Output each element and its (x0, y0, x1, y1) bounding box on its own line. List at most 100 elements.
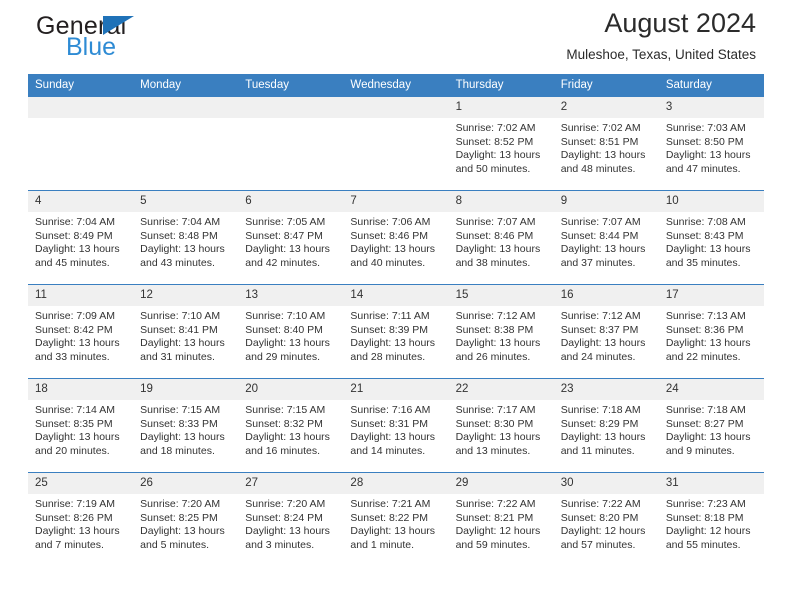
calendar-day-cell[interactable]: 6 Sunrise: 7:05 AM Sunset: 8:47 PM Daylight… (238, 190, 344, 285)
day-details: Sunrise: 7:22 AM Sunset: 8:21 PM Daylight:… (449, 494, 554, 566)
day-number: 25 (28, 473, 134, 494)
daylight-text: Daylight: 13 hours (560, 337, 646, 350)
day-details (238, 118, 343, 190)
day-details: Sunrise: 7:06 AM Sunset: 8:46 PM Daylight:… (343, 212, 448, 284)
page-header: General Blue August 2024 Muleshoe, Texas… (28, 0, 764, 74)
day-details: Sunrise: 7:21 AM Sunset: 8:22 PM Daylight:… (343, 494, 448, 566)
calendar-day-cell[interactable]: 31 Sunrise: 7:23 AM Sunset: 8:18 PM Dayligh… (658, 472, 764, 566)
daylight-text-cont: and 5 minutes. (140, 538, 210, 551)
daylight-text-cont: and 14 minutes. (350, 444, 426, 457)
day-number: 2 (553, 97, 659, 118)
calendar-day-cell[interactable]: 30 Sunrise: 7:22 AM Sunset: 8:20 PM Dayligh… (553, 472, 659, 566)
calendar-day-cell[interactable]: 25 Sunrise: 7:19 AM Sunset: 8:26 PM Dayligh… (28, 472, 134, 566)
calendar-day-cell[interactable]: 24 Sunrise: 7:18 AM Sunset: 8:27 PM Dayligh… (658, 378, 764, 473)
day-number (133, 97, 239, 118)
calendar-day-cell[interactable]: 28 Sunrise: 7:21 AM Sunset: 8:22 PM Dayligh… (343, 472, 449, 566)
calendar-day-cell[interactable]: 4 Sunrise: 7:04 AM Sunset: 8:49 PM Daylight… (28, 190, 134, 285)
day-number: 4 (28, 191, 134, 212)
sunset-text: Sunset: 8:24 PM (245, 511, 323, 524)
calendar-day-cell[interactable]: 14 Sunrise: 7:11 AM Sunset: 8:39 PM Dayligh… (343, 284, 449, 379)
day-details: Sunrise: 7:04 AM Sunset: 8:48 PM Daylight:… (133, 212, 238, 284)
weekday-header-wednesday: Wednesday (343, 74, 449, 97)
sunset-text: Sunset: 8:41 PM (140, 323, 218, 336)
calendar-day-cell[interactable]: 15 Sunrise: 7:12 AM Sunset: 8:38 PM Dayligh… (448, 284, 554, 379)
day-details: Sunrise: 7:12 AM Sunset: 8:37 PM Daylight:… (554, 306, 659, 378)
calendar-day-cell[interactable]: 1 Sunrise: 7:02 AM Sunset: 8:52 PM Daylight… (448, 97, 554, 191)
day-number: 31 (658, 473, 764, 494)
calendar-day-cell[interactable]: 2 Sunrise: 7:02 AM Sunset: 8:51 PM Daylight… (553, 97, 659, 191)
sunrise-text: Sunrise: 7:19 AM (35, 498, 115, 510)
sunset-text: Sunset: 8:46 PM (455, 229, 534, 242)
daylight-text: Daylight: 13 hours (140, 243, 225, 256)
weekday-header-thursday: Thursday (448, 74, 554, 97)
calendar-cell-empty (238, 97, 344, 191)
sunrise-text: Sunrise: 7:10 AM (245, 310, 326, 322)
day-number: 21 (343, 379, 449, 400)
calendar-day-cell[interactable]: 27 Sunrise: 7:20 AM Sunset: 8:24 PM Dayligh… (238, 472, 344, 566)
general-blue-logo[interactable]: General Blue (36, 12, 256, 68)
day-number: 12 (133, 285, 239, 306)
sunrise-text: Sunrise: 7:06 AM (350, 216, 431, 228)
day-number (238, 97, 344, 118)
daylight-text-cont: and 57 minutes. (560, 538, 636, 551)
sunset-text: Sunset: 8:40 PM (245, 323, 323, 336)
daylight-text-cont: and 11 minutes. (560, 444, 635, 457)
calendar-day-cell[interactable]: 17 Sunrise: 7:13 AM Sunset: 8:36 PM Dayligh… (658, 284, 764, 379)
day-number: 15 (448, 285, 554, 306)
daylight-text: Daylight: 13 hours (350, 243, 436, 256)
daylight-text-cont: and 20 minutes. (35, 444, 110, 457)
daylight-text: Daylight: 13 hours (140, 525, 225, 538)
calendar-day-cell[interactable]: 21 Sunrise: 7:16 AM Sunset: 8:31 PM Dayligh… (343, 378, 449, 473)
calendar-day-cell[interactable]: 18 Sunrise: 7:14 AM Sunset: 8:35 PM Dayligh… (28, 378, 134, 473)
daylight-text-cont: and 42 minutes. (245, 256, 320, 269)
daylight-text: Daylight: 13 hours (455, 431, 541, 444)
day-number: 7 (343, 191, 449, 212)
calendar-day-cell[interactable]: 10 Sunrise: 7:08 AM Sunset: 8:43 PM Dayligh… (658, 190, 764, 285)
sunset-text: Sunset: 8:37 PM (560, 323, 639, 336)
calendar-day-cell[interactable]: 16 Sunrise: 7:12 AM Sunset: 8:37 PM Dayligh… (553, 284, 659, 379)
daylight-text-cont: and 3 minutes. (245, 538, 315, 551)
calendar-day-cell[interactable]: 26 Sunrise: 7:20 AM Sunset: 8:25 PM Dayligh… (133, 472, 239, 566)
daylight-text: Daylight: 13 hours (665, 243, 751, 256)
day-number: 17 (658, 285, 764, 306)
calendar-day-cell[interactable]: 23 Sunrise: 7:18 AM Sunset: 8:29 PM Dayligh… (553, 378, 659, 473)
day-details: Sunrise: 7:08 AM Sunset: 8:43 PM Daylight:… (659, 212, 764, 284)
sunset-text: Sunset: 8:48 PM (140, 229, 218, 242)
sunrise-text: Sunrise: 7:17 AM (455, 404, 536, 416)
day-number: 16 (553, 285, 659, 306)
calendar-day-cell[interactable]: 3 Sunrise: 7:03 AM Sunset: 8:50 PM Daylight… (658, 97, 764, 191)
day-details: Sunrise: 7:15 AM Sunset: 8:32 PM Daylight:… (238, 400, 343, 472)
daylight-text-cont: and 59 minutes. (455, 538, 531, 551)
calendar-day-cell[interactable]: 20 Sunrise: 7:15 AM Sunset: 8:32 PM Dayligh… (238, 378, 344, 473)
calendar-day-cell[interactable]: 8 Sunrise: 7:07 AM Sunset: 8:46 PM Daylight… (448, 190, 554, 285)
sunset-text: Sunset: 8:38 PM (455, 323, 534, 336)
calendar-day-cell[interactable]: 12 Sunrise: 7:10 AM Sunset: 8:41 PM Dayligh… (133, 284, 239, 379)
sunrise-text: Sunrise: 7:14 AM (35, 404, 115, 416)
day-details: Sunrise: 7:04 AM Sunset: 8:49 PM Daylight:… (28, 212, 133, 284)
calendar-day-cell[interactable]: 7 Sunrise: 7:06 AM Sunset: 8:46 PM Daylight… (343, 190, 449, 285)
calendar-day-cell[interactable]: 9 Sunrise: 7:07 AM Sunset: 8:44 PM Daylight… (553, 190, 659, 285)
sunset-text: Sunset: 8:22 PM (350, 511, 429, 524)
page-title: August 2024 (604, 8, 756, 38)
day-details: Sunrise: 7:18 AM Sunset: 8:27 PM Daylight:… (659, 400, 764, 472)
calendar-day-cell[interactable]: 29 Sunrise: 7:22 AM Sunset: 8:21 PM Dayligh… (448, 472, 554, 566)
calendar-day-cell[interactable]: 13 Sunrise: 7:10 AM Sunset: 8:40 PM Dayligh… (238, 284, 344, 379)
sunrise-text: Sunrise: 7:22 AM (455, 498, 536, 510)
day-number: 3 (658, 97, 764, 118)
day-number: 9 (553, 191, 659, 212)
sunrise-text: Sunrise: 7:15 AM (140, 404, 221, 416)
weekday-header-tuesday: Tuesday (238, 74, 344, 97)
day-number: 20 (238, 379, 344, 400)
day-number: 29 (448, 473, 554, 494)
calendar-day-cell[interactable]: 22 Sunrise: 7:17 AM Sunset: 8:30 PM Dayligh… (448, 378, 554, 473)
day-details: Sunrise: 7:17 AM Sunset: 8:30 PM Daylight:… (449, 400, 554, 472)
calendar-day-cell[interactable]: 11 Sunrise: 7:09 AM Sunset: 8:42 PM Dayligh… (28, 284, 134, 379)
day-number: 19 (133, 379, 239, 400)
calendar-day-cell[interactable]: 5 Sunrise: 7:04 AM Sunset: 8:48 PM Daylight… (133, 190, 239, 285)
calendar-week-row: 18 Sunrise: 7:14 AM Sunset: 8:35 PM Dayligh… (28, 378, 764, 473)
sunrise-text: Sunrise: 7:21 AM (350, 498, 431, 510)
day-number (28, 97, 134, 118)
daylight-text: Daylight: 13 hours (665, 337, 751, 350)
calendar-day-cell[interactable]: 19 Sunrise: 7:15 AM Sunset: 8:33 PM Dayligh… (133, 378, 239, 473)
day-details: Sunrise: 7:05 AM Sunset: 8:47 PM Daylight:… (238, 212, 343, 284)
